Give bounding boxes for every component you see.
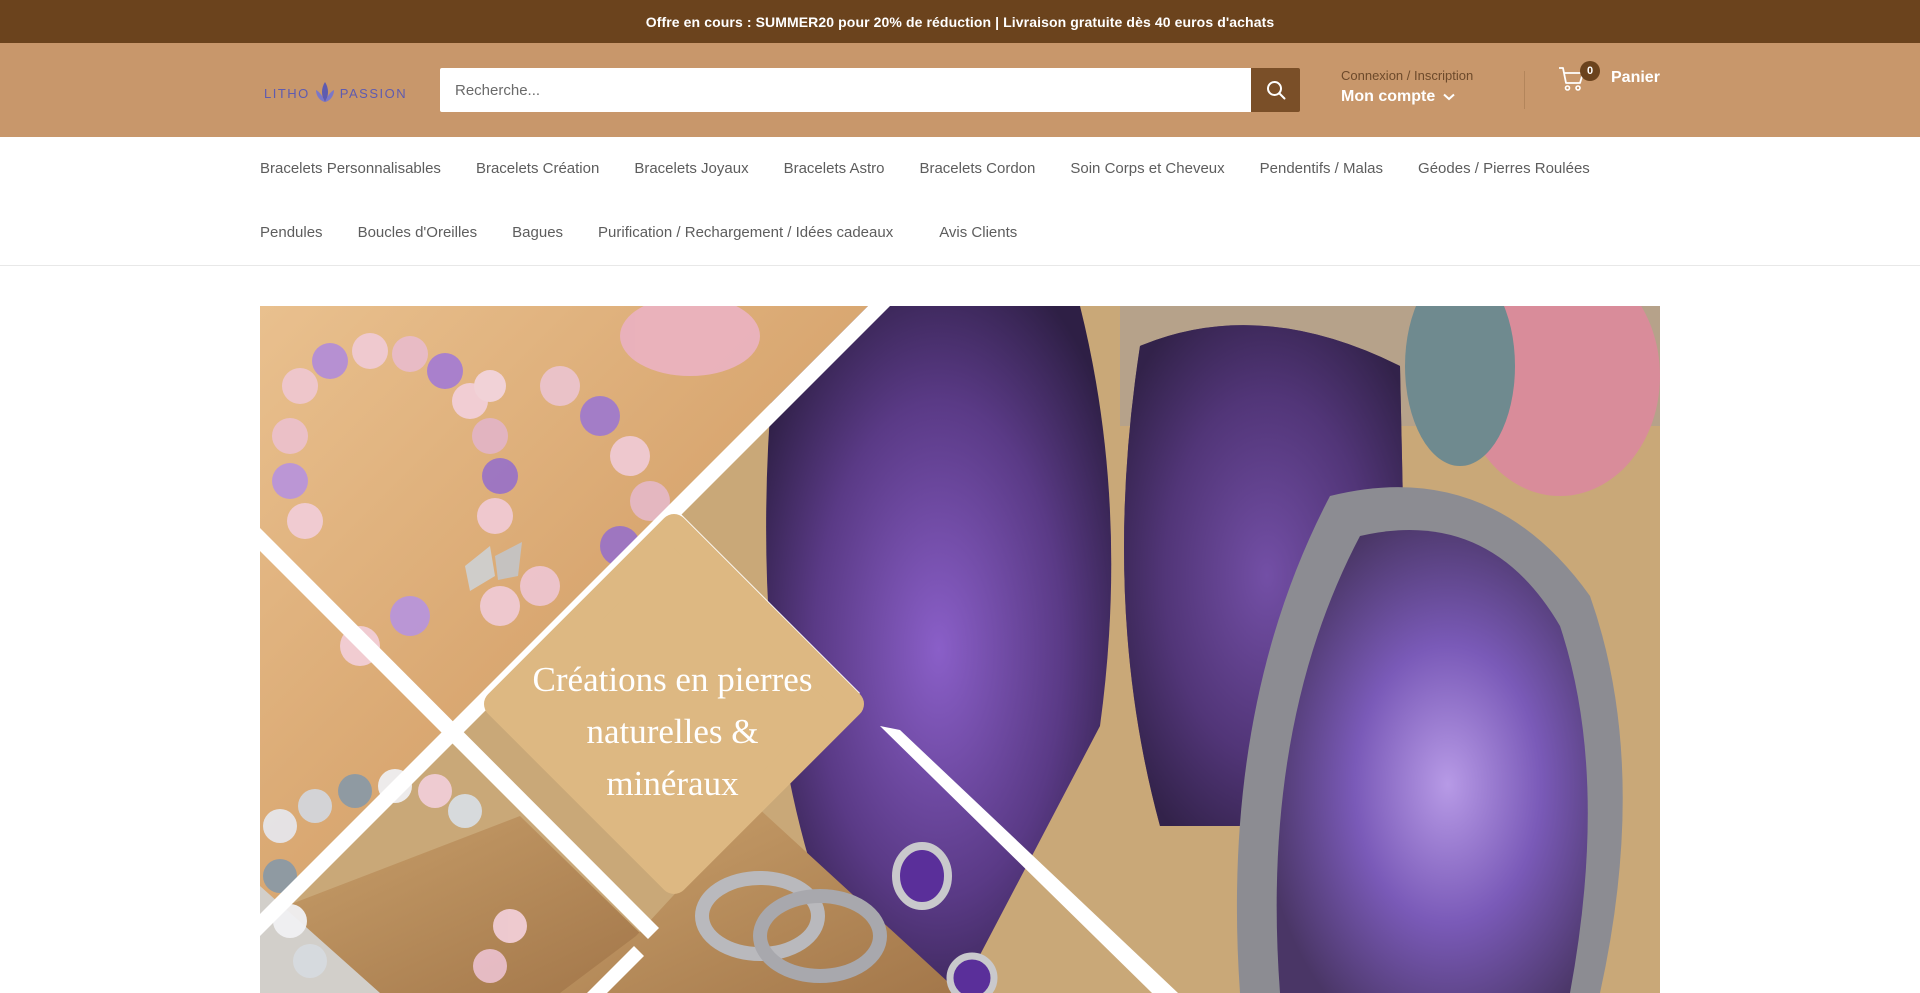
my-account-label: Mon compte (1341, 88, 1436, 105)
hero-collage-image (260, 306, 1660, 993)
login-register-link[interactable]: Connexion / Inscription (1341, 68, 1511, 83)
hero-line-3: minéraux (606, 764, 739, 803)
nav-item-soin-corps-cheveux[interactable]: Soin Corps et Cheveux (1070, 160, 1224, 177)
nav-row-2: Pendules Boucles d'Oreilles Bagues Purif… (260, 224, 1052, 241)
search-bar (440, 68, 1300, 112)
account-menu[interactable]: Connexion / Inscription Mon compte (1341, 68, 1511, 106)
nav-item-bagues[interactable]: Bagues (512, 224, 563, 241)
nav-item-avis-clients[interactable]: Avis Clients (939, 224, 1017, 241)
logo-text-right: PASSION (339, 85, 408, 101)
cart-icon-wrap: 0 (1557, 61, 1600, 93)
lotus-logo-icon (315, 82, 334, 102)
my-account-dropdown[interactable]: Mon compte (1341, 88, 1511, 106)
cart-link[interactable]: 0 Panier (1557, 61, 1660, 93)
nav-item-bracelets-astro[interactable]: Bracelets Astro (784, 160, 885, 177)
nav-item-bracelets-creation[interactable]: Bracelets Création (476, 160, 599, 177)
main-navigation: Bracelets Personnalisables Bracelets Cré… (0, 137, 1920, 266)
nav-item-bracelets-cordon[interactable]: Bracelets Cordon (919, 160, 1035, 177)
cart-count-badge: 0 (1580, 61, 1600, 81)
site-logo[interactable]: LITHO PASSION (264, 73, 406, 113)
nav-item-purification-rechargement[interactable]: Purification / Rechargement / Idées cade… (598, 224, 893, 241)
search-button[interactable] (1251, 68, 1300, 112)
cart-label: Panier (1611, 69, 1660, 86)
nav-item-pendules[interactable]: Pendules (260, 224, 323, 241)
nav-item-boucles-oreilles[interactable]: Boucles d'Oreilles (358, 224, 478, 241)
announcement-text: Offre en cours : SUMMER20 pour 20% de ré… (645, 13, 1275, 30)
hero-headline: Créations en pierres naturelles & minéra… (500, 654, 845, 810)
header-divider (1524, 71, 1525, 109)
nav-row-1: Bracelets Personnalisables Bracelets Cré… (260, 160, 1625, 177)
announcement-bar: Offre en cours : SUMMER20 pour 20% de ré… (0, 0, 1920, 43)
hero-line-2: naturelles & (586, 712, 759, 751)
site-header: LITHO PASSION Connexion / Inscription Mo… (0, 43, 1920, 137)
nav-item-bracelets-joyaux[interactable]: Bracelets Joyaux (634, 160, 748, 177)
hero-line-1: Créations en pierres (532, 660, 813, 699)
nav-item-pendentifs-malas[interactable]: Pendentifs / Malas (1260, 160, 1383, 177)
nav-item-bracelets-personnalisables[interactable]: Bracelets Personnalisables (260, 160, 441, 177)
search-icon (1266, 81, 1285, 100)
search-input[interactable] (440, 68, 1251, 112)
chevron-down-icon (1443, 93, 1455, 101)
logo-text-left: LITHO (264, 85, 310, 101)
hero-banner[interactable]: Créations en pierres naturelles & minéra… (260, 306, 1660, 993)
nav-item-geodes-pierres-roulees[interactable]: Géodes / Pierres Roulées (1418, 160, 1590, 177)
